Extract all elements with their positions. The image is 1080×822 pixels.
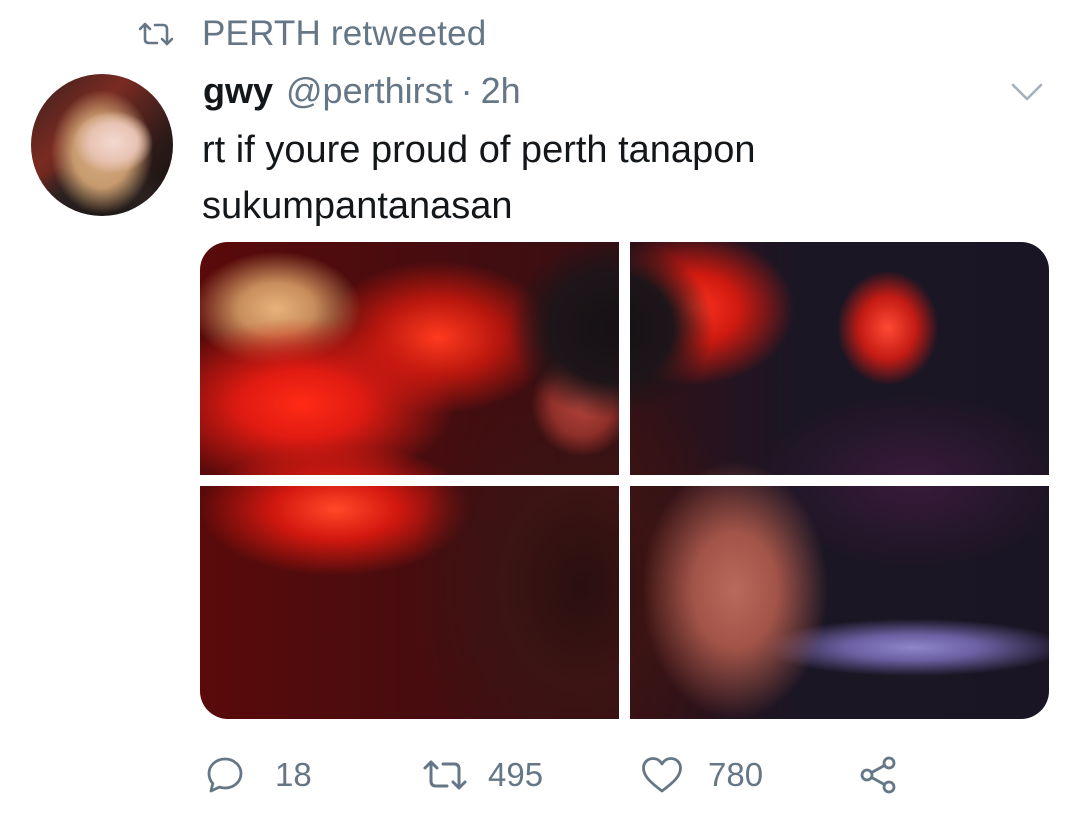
separator-dot: · xyxy=(460,70,473,111)
share-icon xyxy=(860,756,896,794)
retweet-context-label[interactable]: PERTH retweeted xyxy=(202,14,486,54)
reply-bubble-icon xyxy=(207,757,243,793)
retweet-icon xyxy=(138,22,174,46)
heart-icon xyxy=(642,757,682,793)
retweet-button[interactable]: 495 xyxy=(422,752,543,798)
retweet-context: PERTH retweeted xyxy=(138,14,486,54)
author-handle[interactable]: @perthirst xyxy=(286,70,453,112)
photo-tile-1[interactable] xyxy=(200,242,619,475)
photo-tile-2[interactable] xyxy=(630,242,1049,475)
tweet-header: gwy @perthirst · 2h xyxy=(203,70,521,116)
reply-count: 18 xyxy=(275,756,312,793)
photo-tile-3[interactable] xyxy=(200,486,619,719)
like-button[interactable]: 780 xyxy=(640,752,763,798)
tweet-text: rt if youre proud of perth tanapon sukum… xyxy=(202,129,756,227)
author-name[interactable]: gwy xyxy=(203,70,273,112)
retweet-icon xyxy=(423,760,467,790)
share-button[interactable] xyxy=(858,752,898,798)
like-count: 780 xyxy=(708,756,764,793)
media-grid xyxy=(200,242,1049,719)
photo-tile-4[interactable] xyxy=(630,486,1049,719)
retweet-count: 495 xyxy=(488,756,544,793)
tweet[interactable]: PERTH retweeted gwy @perthirst · 2h rt i… xyxy=(0,0,1080,822)
chevron-down-icon[interactable] xyxy=(1010,80,1044,104)
tweet-actions: 18 495 780 xyxy=(0,752,1080,798)
reply-button[interactable]: 18 xyxy=(205,752,312,798)
tweet-timestamp[interactable]: 2h xyxy=(481,70,521,112)
avatar[interactable] xyxy=(31,74,173,216)
